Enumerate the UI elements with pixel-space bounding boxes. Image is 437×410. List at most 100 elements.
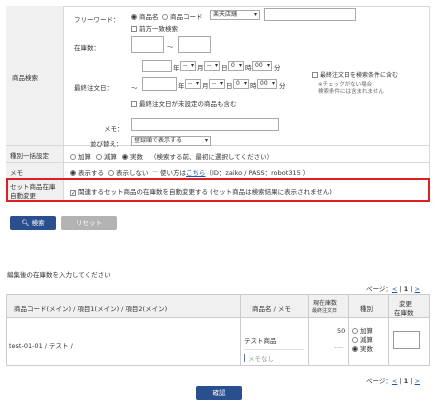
header-change-2: 在庫数 bbox=[394, 309, 414, 317]
bulk-type-sub[interactable]: 減算 bbox=[96, 151, 117, 161]
header-name-memo: 商品名 / メモ bbox=[252, 305, 291, 313]
date-tilde: ～ bbox=[131, 84, 138, 92]
to-hour-select[interactable]: 0 ▾ bbox=[233, 79, 249, 89]
stock-label: 在庫数： bbox=[74, 44, 100, 52]
day-unit: 日 bbox=[226, 82, 233, 90]
year-unit: 年 bbox=[178, 82, 185, 90]
from-month-select[interactable]: -- ▾ bbox=[180, 61, 196, 71]
to-minute-select[interactable]: 00 ▾ bbox=[257, 79, 277, 89]
chevron-down-icon: ▾ bbox=[271, 80, 275, 87]
checkbox-icon[interactable] bbox=[312, 72, 318, 78]
year-unit: 年 bbox=[173, 64, 180, 72]
minute-unit: 分 bbox=[274, 64, 281, 72]
chevron-down-icon: ▾ bbox=[190, 62, 194, 69]
pager-next[interactable]: > bbox=[415, 285, 420, 293]
header-code: 商品コード(メイン) / 項目1(メイン) / 項目2(メイン) bbox=[14, 305, 168, 313]
radio-icon[interactable] bbox=[96, 154, 102, 160]
row-last-order: ---- bbox=[334, 343, 344, 351]
table-divider bbox=[308, 294, 309, 366]
table-divider bbox=[6, 317, 430, 318]
row-memo: メモなし bbox=[244, 353, 274, 363]
instruction-text: 編集後の在庫数を入力してください bbox=[7, 271, 111, 279]
checkbox-icon[interactable] bbox=[131, 26, 137, 32]
bulk-type-label: 種別一括設定 bbox=[10, 152, 49, 160]
checkbox-checked-icon[interactable]: ✓ bbox=[70, 190, 76, 197]
chevron-down-icon: ▾ bbox=[266, 62, 270, 69]
from-minute-select[interactable]: 00 ▾ bbox=[252, 61, 272, 71]
name-memo-divider bbox=[244, 349, 304, 350]
pager-bottom: ページ：< | 1 | > bbox=[366, 377, 421, 385]
row-type-actual[interactable]: 実数 bbox=[352, 343, 373, 353]
include-condition-checkbox[interactable]: 最終注文日を検索条件に含む bbox=[312, 70, 398, 79]
table-divider bbox=[388, 294, 389, 366]
header-current-stock: 現在庫数 bbox=[313, 300, 338, 307]
memo-display-label: メモ bbox=[10, 169, 23, 177]
set-auto-label-2: 自動変更 bbox=[10, 192, 36, 200]
stock-min-input[interactable] bbox=[131, 36, 164, 53]
search-button[interactable]: 🔍︎ 検索 bbox=[10, 216, 56, 230]
to-year-input[interactable] bbox=[142, 77, 177, 91]
radio-icon[interactable] bbox=[131, 14, 137, 20]
row-new-stock-input[interactable] bbox=[393, 331, 420, 349]
radio-icon[interactable] bbox=[162, 14, 168, 20]
pager-top: ページ：< | 1 | > bbox=[366, 285, 421, 293]
sort-label: 並び替え： bbox=[90, 140, 123, 148]
prefix-match-checkbox[interactable]: 前方一致検索 bbox=[131, 23, 178, 33]
radio-icon[interactable] bbox=[70, 170, 76, 176]
set-auto-checkbox[interactable]: ✓ 関連するセット商品の在庫数を自動変更する (セット商品は検索結果に表示されませ… bbox=[70, 186, 332, 197]
freeword-input[interactable] bbox=[264, 8, 356, 21]
search-section-label: 商品検索 bbox=[12, 74, 38, 82]
chevron-down-icon: ▾ bbox=[253, 11, 257, 18]
header-last-order: 最終注文日 bbox=[312, 308, 338, 314]
month-unit: 月 bbox=[197, 64, 204, 72]
freeword-label: フリーワード： bbox=[74, 16, 120, 24]
memo-hide-radio[interactable]: 表示しない bbox=[108, 167, 149, 177]
bulk-type-actual[interactable]: 実数 bbox=[122, 151, 143, 161]
day-unit: 日 bbox=[221, 64, 228, 72]
row-stock: 50 bbox=[337, 327, 346, 335]
pager-prev[interactable]: < bbox=[392, 285, 397, 293]
usage-link[interactable]: こちら bbox=[186, 169, 206, 177]
from-day-select[interactable]: -- ▾ bbox=[204, 61, 220, 71]
month-unit: 月 bbox=[202, 82, 209, 90]
radio-icon[interactable] bbox=[352, 346, 358, 352]
table-divider bbox=[348, 294, 349, 366]
store-select[interactable]: 楽天店舗 ▾ bbox=[210, 10, 260, 20]
memo-show-radio[interactable]: 表示する bbox=[70, 167, 104, 177]
reset-button[interactable]: リセット bbox=[61, 216, 117, 230]
include-note-2: 検索条件には含まれません bbox=[318, 89, 384, 95]
memo-search-label: メモ： bbox=[104, 125, 124, 133]
usage-dash: — bbox=[152, 167, 159, 175]
row-name: テスト商品 bbox=[244, 337, 277, 345]
last-order-label: 最終注文日： bbox=[74, 84, 113, 92]
chevron-down-icon: ▾ bbox=[214, 62, 218, 69]
checkbox-icon[interactable] bbox=[131, 101, 137, 107]
header-type: 種別 bbox=[360, 305, 373, 313]
hour-unit: 時 bbox=[245, 64, 252, 72]
radio-icon[interactable] bbox=[108, 170, 114, 176]
radio-icon[interactable] bbox=[122, 154, 128, 160]
stock-max-input[interactable] bbox=[178, 36, 211, 53]
row-code: test-01-01 / テスト / bbox=[9, 342, 73, 350]
chevron-down-icon: ▾ bbox=[204, 137, 208, 144]
pager-next[interactable]: > bbox=[415, 377, 420, 385]
usage-text: 使い方はこちら（ID：zaiko / PASS：robot315 ） bbox=[160, 169, 310, 177]
confirm-button[interactable]: 確認 bbox=[196, 386, 242, 400]
from-year-input[interactable] bbox=[142, 60, 172, 72]
bulk-type-add[interactable]: 加算 bbox=[70, 151, 91, 161]
bulk-type-note: （検索する前、最初に選択してください） bbox=[150, 153, 274, 161]
chevron-down-icon: ▾ bbox=[238, 62, 242, 69]
memo-search-input[interactable] bbox=[131, 118, 279, 131]
to-day-select[interactable]: -- ▾ bbox=[209, 79, 225, 89]
stock-tilde: ～ bbox=[167, 43, 174, 51]
freeword-radio-name[interactable]: 商品名 bbox=[131, 11, 159, 21]
from-hour-select[interactable]: 0 ▾ bbox=[228, 61, 244, 71]
radio-icon[interactable] bbox=[70, 154, 76, 160]
freeword-radio-code[interactable]: 商品コード bbox=[162, 11, 203, 21]
row-divider bbox=[6, 145, 430, 146]
sort-select[interactable]: 登録順で表示する ▾ bbox=[131, 136, 211, 146]
chevron-down-icon: ▾ bbox=[243, 80, 247, 87]
to-month-select[interactable]: -- ▾ bbox=[185, 79, 201, 89]
pager-prev[interactable]: < bbox=[392, 377, 397, 385]
include-unset-checkbox[interactable]: 最終注文日が未設定の商品も含む bbox=[131, 98, 237, 108]
